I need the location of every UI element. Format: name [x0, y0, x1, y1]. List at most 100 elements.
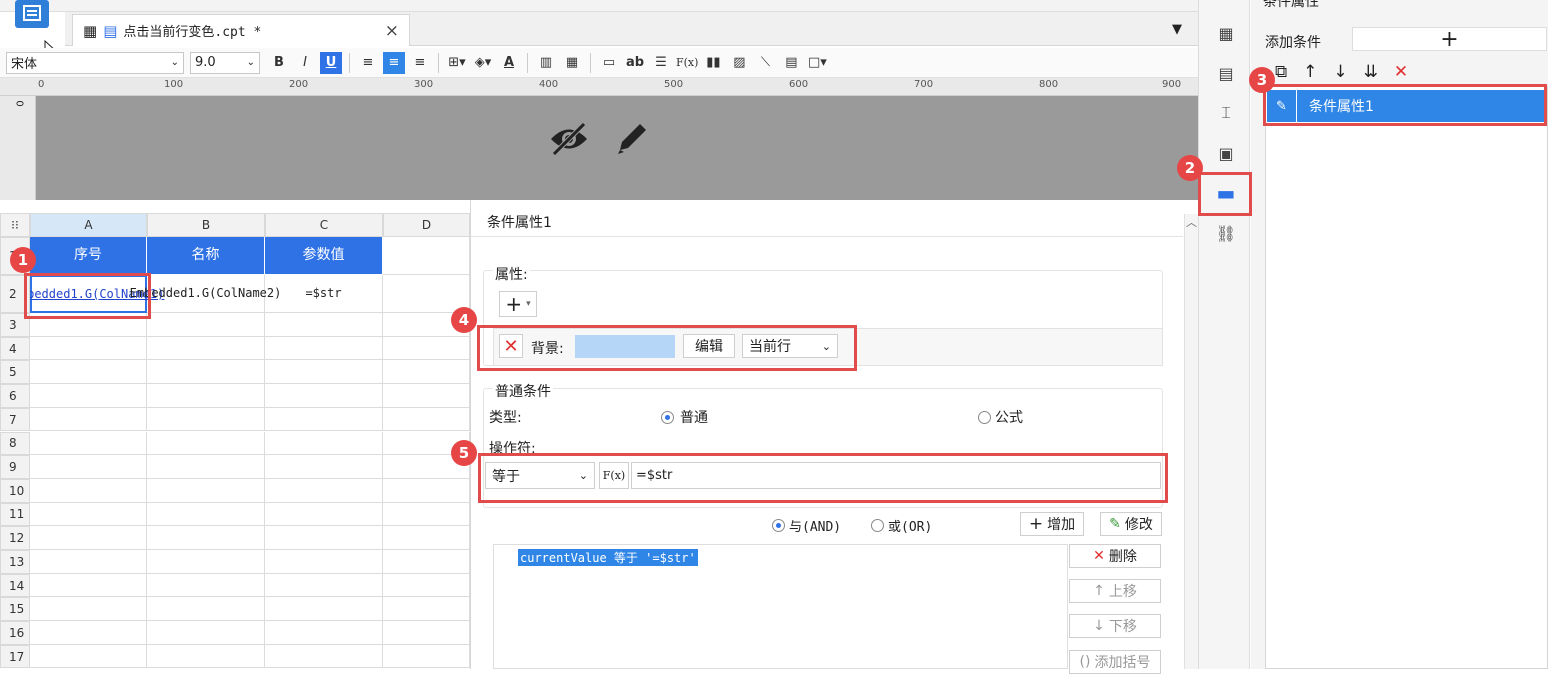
empty-cell[interactable] [30, 526, 147, 550]
header-cell-name[interactable]: 名称 [147, 237, 265, 275]
row-header[interactable]: 10 [0, 478, 30, 503]
empty-cell[interactable] [147, 431, 265, 456]
empty-cell[interactable] [147, 478, 265, 503]
empty-cell[interactable] [265, 573, 383, 598]
widget-frame-icon[interactable]: ⌶ [1215, 102, 1237, 124]
empty-cell[interactable] [147, 360, 265, 385]
empty-cell[interactable] [383, 478, 470, 503]
image-icon[interactable]: ▨ [728, 52, 750, 74]
condition-item[interactable]: currentValue 等于 '=$str' [518, 549, 698, 566]
empty-cell[interactable] [147, 621, 265, 645]
empty-cell[interactable] [30, 455, 147, 479]
row-header[interactable]: 4 [0, 336, 30, 361]
empty-cell[interactable] [147, 573, 265, 598]
copy-icon[interactable]: ⧉ [1275, 62, 1287, 82]
frame-icon[interactable]: □▾ [806, 52, 828, 74]
empty-cell[interactable] [30, 384, 147, 408]
add-condition-button[interactable]: + 增加 [1020, 512, 1084, 536]
pencil-icon[interactable] [612, 118, 652, 162]
cell-d2[interactable] [383, 275, 470, 313]
empty-cell[interactable] [147, 407, 265, 432]
row-header[interactable]: 11 [0, 502, 30, 527]
empty-cell[interactable] [30, 407, 147, 432]
empty-cell[interactable] [30, 502, 147, 527]
row-header[interactable]: 6 [0, 384, 30, 408]
empty-cell[interactable] [147, 597, 265, 622]
empty-cell[interactable] [383, 360, 470, 385]
border-icon[interactable]: ⊞▾ [446, 52, 468, 74]
empty-cell[interactable] [147, 313, 265, 337]
eye-off-icon[interactable] [548, 122, 590, 160]
insert-text-icon[interactable]: ▭ [598, 52, 620, 74]
cell-d1[interactable] [383, 237, 470, 275]
empty-cell[interactable] [383, 573, 470, 598]
fill-color-icon[interactable]: ◈▾ [472, 52, 494, 74]
empty-cell[interactable] [265, 502, 383, 527]
formula-button[interactable]: F(x) [676, 52, 698, 74]
split-cell-icon[interactable]: ▦ [561, 52, 583, 74]
row-header[interactable]: 5 [0, 360, 30, 385]
type-formula-radio[interactable]: 公式 [978, 407, 1023, 427]
delete-icon[interactable]: ✕ [1394, 62, 1408, 82]
add-bracket-button[interactable]: () 添加括号 [1069, 650, 1161, 674]
empty-cell[interactable] [383, 550, 470, 574]
empty-cell[interactable] [265, 407, 383, 432]
arrow-up-icon[interactable]: ↑ [1303, 62, 1317, 82]
empty-cell[interactable] [147, 384, 265, 408]
empty-cell[interactable] [265, 336, 383, 361]
align-left-icon[interactable]: ≡ [357, 52, 379, 74]
row-header[interactable]: 12 [0, 526, 30, 550]
font-size-select[interactable]: 9.0 ⌄ [190, 51, 260, 74]
row-header[interactable]: 7 [0, 407, 30, 432]
empty-cell[interactable] [147, 526, 265, 550]
empty-cell[interactable] [147, 455, 265, 479]
row-header[interactable]: 13 [0, 550, 30, 574]
header-cell-param[interactable]: 参数值 [265, 237, 383, 275]
empty-cell[interactable] [265, 621, 383, 645]
empty-cell[interactable] [30, 621, 147, 645]
empty-cell[interactable] [383, 644, 470, 669]
chart-icon[interactable]: ▮▮ [702, 52, 724, 74]
empty-cell[interactable] [147, 550, 265, 574]
file-tab[interactable]: ▦ ▤ 点击当前行变色.cpt * × [72, 14, 410, 46]
move-down-button[interactable]: ↓ 下移 [1069, 614, 1161, 638]
column-header-d[interactable]: D [383, 213, 470, 237]
delete-condition-button[interactable]: ✕ 删除 [1069, 544, 1161, 568]
empty-cell[interactable] [265, 455, 383, 479]
bold-button[interactable]: B [268, 52, 290, 74]
row-header[interactable]: 15 [0, 597, 30, 622]
align-right-icon[interactable]: ≡ [409, 52, 431, 74]
app-menu-icon[interactable] [15, 0, 49, 28]
cell-b2[interactable]: Embedded1.G(ColName2) [130, 275, 281, 313]
column-header-b[interactable]: B [147, 213, 265, 237]
empty-cell[interactable] [147, 502, 265, 527]
cell-c2[interactable]: =$str [265, 275, 383, 313]
insert-string-button[interactable]: ab [624, 52, 646, 74]
empty-cell[interactable] [30, 573, 147, 598]
empty-cell[interactable] [30, 597, 147, 622]
vertical-scrollbar[interactable]: ︿ [1184, 214, 1198, 669]
empty-cell[interactable] [147, 644, 265, 669]
cell-attributes-icon[interactable]: ▦ [1215, 22, 1237, 44]
empty-cell[interactable] [383, 526, 470, 550]
and-radio[interactable]: 与(AND) [772, 516, 841, 535]
empty-cell[interactable] [265, 431, 383, 456]
empty-cell[interactable] [265, 360, 383, 385]
empty-cell[interactable] [383, 384, 470, 408]
move-bottom-icon[interactable]: ⇊ [1364, 62, 1378, 82]
row-header[interactable]: 14 [0, 573, 30, 598]
add-condition-plus-button[interactable]: + [1352, 27, 1547, 52]
grid-corner[interactable]: ⁝⁝ [0, 213, 30, 237]
empty-cell[interactable] [30, 478, 147, 503]
column-header-a[interactable]: A [30, 213, 147, 237]
modify-condition-button[interactable]: ✎ 修改 [1100, 512, 1162, 536]
font-name-select[interactable]: 宋体 ⌄ [6, 51, 184, 74]
empty-cell[interactable] [30, 644, 147, 669]
empty-cell[interactable] [265, 526, 383, 550]
align-center-icon[interactable]: ≡ [383, 51, 405, 74]
or-radio[interactable]: 或(OR) [871, 516, 932, 535]
move-up-button[interactable]: ↑ 上移 [1069, 579, 1161, 603]
empty-cell[interactable] [265, 550, 383, 574]
empty-cell[interactable] [383, 502, 470, 527]
header-cell-index[interactable]: 序号 [30, 237, 147, 275]
